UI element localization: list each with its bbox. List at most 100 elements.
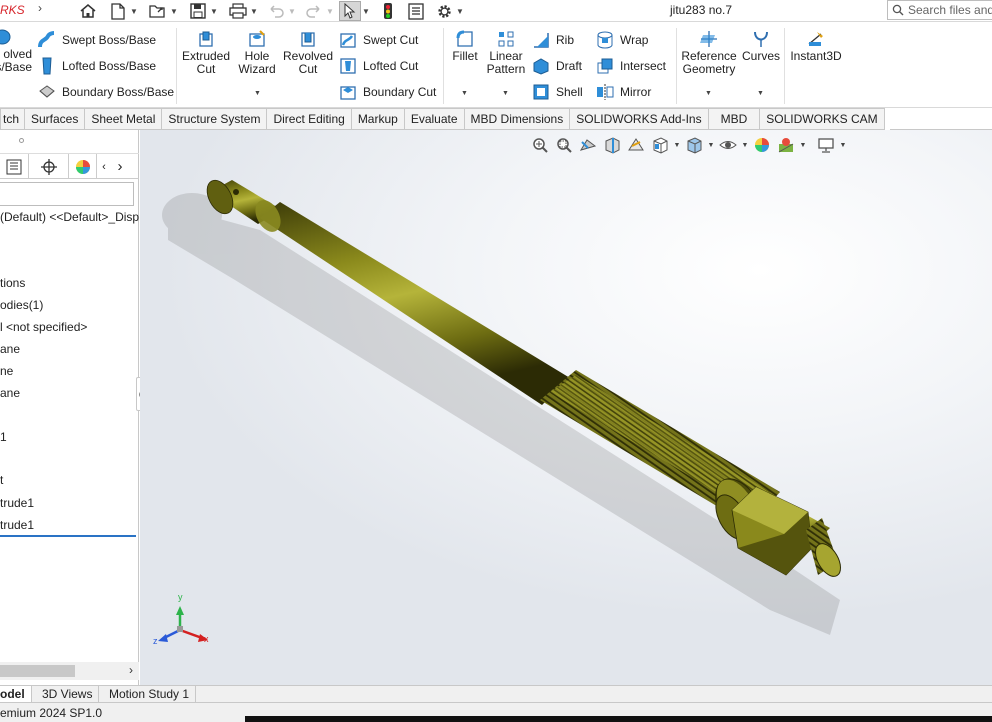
chevron-down-icon[interactable]: ▼ (325, 7, 335, 16)
search-input[interactable]: Search files and (887, 0, 992, 20)
tab-mbd-dimensions[interactable]: MBD Dimensions (464, 108, 571, 130)
chevron-down-icon[interactable]: ▼ (249, 7, 259, 16)
tab-motion-study-1[interactable]: Motion Study 1 (103, 686, 197, 702)
rebuild-traffic-light-icon[interactable] (377, 1, 399, 21)
lofted-cut-button[interactable]: Lofted Cut (339, 57, 418, 75)
chevron-down-icon[interactable]: ▼ (209, 7, 219, 16)
shaft-model[interactable]: y x z (140, 130, 992, 685)
tree-item-feature[interactable]: 1 (0, 430, 7, 444)
tree-item-configuration[interactable]: (Default) <<Default>_Disp (0, 210, 139, 224)
chevron-right-icon[interactable]: › (129, 663, 133, 677)
revolved-cut-icon (301, 32, 315, 47)
hole-wizard-button[interactable]: Hole Wizard (232, 30, 282, 76)
redo-icon[interactable] (303, 1, 325, 21)
lofted-boss-label: Lofted Boss/Base (62, 59, 157, 73)
swept-boss-button[interactable]: Swept Boss/Base (38, 31, 156, 49)
linear-pattern-button[interactable]: Linear Pattern (485, 30, 527, 76)
tree-filter-input[interactable] (0, 182, 134, 206)
tree-item-top-plane[interactable]: ne (0, 364, 13, 378)
quick-access-toolbar: ▼ ▼ ▼ ▼ ▼ ▼ ▼ ▼ (77, 0, 465, 22)
rollback-bar[interactable] (0, 535, 136, 537)
tree-item-solid-bodies[interactable]: odies(1) (0, 298, 43, 312)
boundary-boss-button[interactable]: Boundary Boss/Base (38, 83, 174, 101)
chevron-down-icon[interactable]: ▼ (757, 90, 764, 97)
graphics-area[interactable]: ▼ ▼ ▼ ▼ ▼ y x z (140, 130, 992, 685)
ribbon-separator (176, 28, 177, 104)
file-properties-icon[interactable] (405, 1, 427, 21)
extruded-cut-button[interactable]: Extruded Cut (180, 30, 232, 76)
tab-markup[interactable]: Markup (351, 108, 405, 130)
tree-item-extrude-2[interactable]: trude1 (0, 518, 34, 532)
tab-sketch[interactable]: tch (0, 108, 25, 130)
tree-item-front-plane[interactable]: ane (0, 342, 20, 356)
revolved-cut-button[interactable]: Revolved Cut (282, 30, 334, 76)
chevron-down-icon[interactable]: ▼ (361, 7, 371, 16)
tab-3d-views[interactable]: 3D Views (36, 686, 100, 702)
shell-button[interactable]: Shell (532, 83, 583, 101)
tab-structure-system[interactable]: Structure System (162, 108, 268, 130)
intersect-icon (597, 58, 613, 74)
tab-solidworks-cam[interactable]: SOLIDWORKS CAM (760, 108, 885, 130)
logo-flyout-arrow[interactable]: › (38, 1, 42, 15)
lofted-boss-button[interactable]: Lofted Boss/Base (38, 57, 156, 75)
wrap-button[interactable]: Wrap (596, 31, 648, 49)
tree-item-extrude-1[interactable]: trude1 (0, 496, 34, 510)
chevron-down-icon[interactable]: ▼ (129, 7, 139, 16)
chevron-down-icon[interactable]: ▼ (254, 90, 261, 97)
chevron-down-icon[interactable]: ▼ (169, 7, 179, 16)
instant3d-button[interactable]: Instant3D (788, 30, 844, 63)
chevron-right-icon[interactable]: › (111, 154, 129, 179)
tree-item-material[interactable]: l <not specified> (0, 320, 87, 334)
tab-solidworks-addins[interactable]: SOLIDWORKS Add-Ins (570, 108, 709, 130)
revolved-boss-button[interactable]: olved s/Base (0, 28, 32, 74)
rib-button[interactable]: Rib (532, 31, 574, 49)
scrollbar-thumb[interactable] (0, 665, 75, 677)
chevron-down-icon[interactable]: ▼ (502, 90, 509, 97)
mirror-button[interactable]: Mirror (596, 83, 651, 101)
linear-pattern-label: Linear Pattern (486, 49, 526, 76)
panel-grip-icon[interactable] (19, 138, 24, 143)
property-manager-tab-icon[interactable] (0, 154, 29, 179)
command-manager-tabs: tch Surfaces Sheet Metal Structure Syste… (0, 108, 885, 130)
fillet-button[interactable]: Fillet (447, 30, 483, 63)
open-folder-icon[interactable] (147, 1, 169, 21)
gear-icon[interactable] (433, 1, 455, 21)
chevron-down-icon[interactable]: ▼ (705, 90, 712, 97)
select-cursor-icon[interactable] (339, 1, 361, 21)
tab-mbd[interactable]: MBD (708, 108, 761, 130)
boundary-boss-label: Boundary Boss/Base (62, 85, 175, 99)
lofted-cut-icon (340, 58, 356, 74)
curves-button[interactable]: Curves (740, 30, 782, 63)
boundary-cut-button[interactable]: Boundary Cut (339, 83, 436, 101)
chevron-down-icon[interactable]: ▼ (461, 90, 468, 97)
appearance-tab-icon[interactable] (69, 154, 97, 179)
panel-horizontal-scrollbar[interactable]: › (0, 662, 139, 680)
tab-evaluate[interactable]: Evaluate (404, 108, 465, 130)
tree-item-right-plane[interactable]: ane (0, 386, 20, 400)
tab-model[interactable]: odel (0, 686, 32, 702)
print-icon[interactable] (227, 1, 249, 21)
chevron-down-icon[interactable]: ▼ (455, 7, 465, 16)
app-logo-text: RKS (0, 3, 25, 17)
command-manager-ribbon: olved s/Base Swept Boss/Base Lofted Boss… (0, 22, 992, 108)
wrap-label: Wrap (620, 33, 649, 47)
tab-sheet-metal[interactable]: Sheet Metal (85, 108, 163, 130)
draft-button[interactable]: Draft (532, 57, 582, 75)
chevron-left-icon[interactable]: ‹ (97, 154, 111, 179)
configuration-manager-tab-icon[interactable] (29, 154, 69, 179)
tabs-filler (890, 108, 992, 130)
undo-icon[interactable] (265, 1, 287, 21)
tab-surfaces[interactable]: Surfaces (25, 108, 86, 130)
tab-direct-editing[interactable]: Direct Editing (267, 108, 352, 130)
reference-geometry-button[interactable]: Reference Geometry (680, 30, 738, 76)
home-icon[interactable] (77, 1, 99, 21)
save-icon[interactable] (187, 1, 209, 21)
extruded-cut-label: Extruded Cut (181, 49, 231, 76)
tree-item-feature-2[interactable]: t (0, 473, 3, 487)
tree-item-annotations[interactable]: tions (0, 276, 25, 290)
swept-cut-button[interactable]: Swept Cut (339, 31, 418, 49)
intersect-button[interactable]: Intersect (596, 57, 666, 75)
model-shadow (162, 193, 840, 635)
new-document-icon[interactable] (107, 1, 129, 21)
chevron-down-icon[interactable]: ▼ (287, 7, 297, 16)
